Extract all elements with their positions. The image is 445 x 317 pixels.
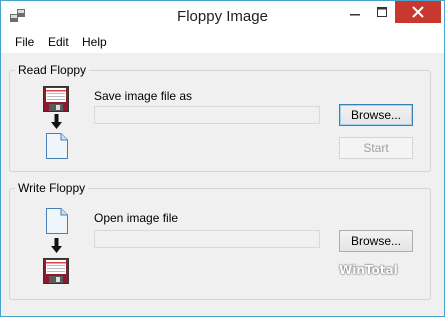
- save-image-label: Save image file as: [94, 89, 193, 103]
- maximize-icon: [377, 7, 387, 17]
- title-bar: Floppy Image: [1, 1, 444, 31]
- minimize-icon: [350, 14, 360, 16]
- arrow-down-icon: [51, 238, 62, 257]
- floppy-disk-icon: [43, 86, 69, 115]
- menu-file[interactable]: File: [15, 35, 34, 49]
- read-floppy-label: Read Floppy: [15, 63, 90, 77]
- document-icon: [46, 208, 68, 237]
- document-icon: [46, 133, 68, 162]
- start-button[interactable]: Start: [339, 137, 413, 159]
- floppy-disk-icon: [43, 258, 69, 287]
- close-icon: [412, 6, 424, 18]
- menu-edit[interactable]: Edit: [48, 35, 69, 49]
- write-floppy-group: Write Floppy Open image file Browse...: [9, 181, 431, 300]
- arrow-down-icon: [51, 114, 62, 133]
- watermark-logo: WinTotal: [339, 263, 398, 277]
- app-window: Floppy Image File Edit Help Read Floppy: [0, 0, 445, 317]
- save-image-field[interactable]: [94, 106, 320, 124]
- browse-save-button[interactable]: Browse...: [339, 104, 413, 126]
- menu-help[interactable]: Help: [82, 35, 107, 49]
- menu-bar: File Edit Help: [1, 31, 444, 53]
- browse-open-button[interactable]: Browse...: [339, 230, 413, 252]
- read-floppy-group: Read Floppy Save image file as Browse...…: [9, 63, 431, 172]
- close-button[interactable]: [395, 1, 441, 23]
- open-image-field[interactable]: [94, 230, 320, 248]
- minimize-button[interactable]: [342, 1, 368, 23]
- open-image-label: Open image file: [94, 211, 179, 225]
- write-floppy-label: Write Floppy: [15, 181, 89, 195]
- maximize-button[interactable]: [369, 1, 395, 23]
